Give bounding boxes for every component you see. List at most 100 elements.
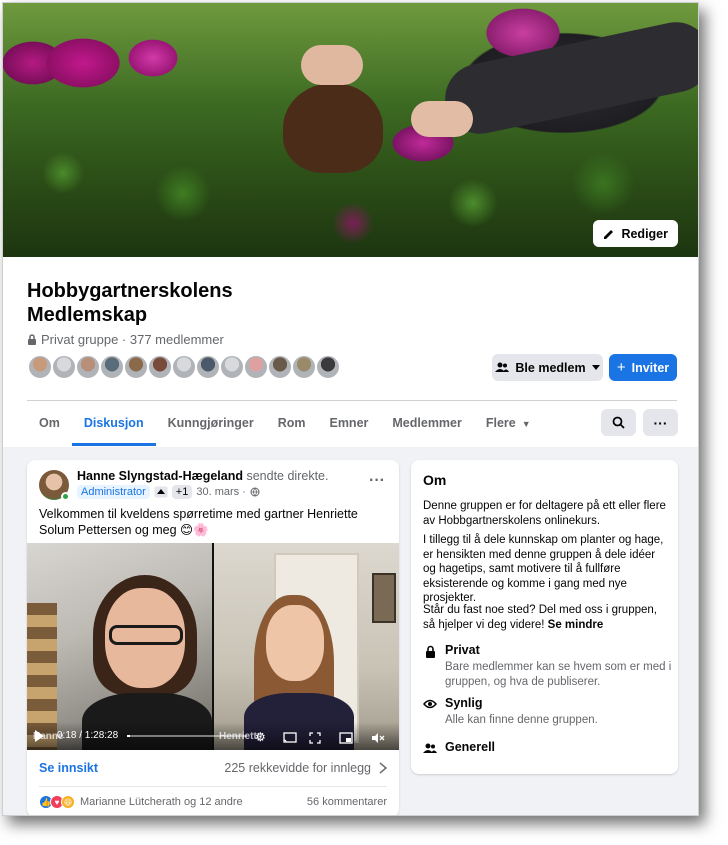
caret-down-icon: ▼ [521,419,531,429]
about-item-general-title: Generell [445,740,496,754]
online-status-icon [61,492,70,501]
about-paragraph-3-text: Står du fast noe sted? Del med oss i gru… [423,604,657,631]
member-avatar[interactable] [243,354,269,380]
group-tabs: Om Diskusjon Kunngjøringer Rom Emner Medlemme… [27,401,543,446]
people-icon [495,362,510,372]
plus-icon: + [616,359,626,376]
more-badges[interactable]: +1 [171,485,193,499]
invite-label: Inviter [631,360,670,375]
tab-label: Flere [485,416,516,430]
about-paragraph-2: I tillegg til å dele kunnskap om planter… [423,534,664,604]
member-avatars[interactable] [27,354,341,380]
lock-icon [423,644,437,658]
about-paragraph-1: Denne gruppen er for deltagere på ett el… [423,500,666,527]
about-title: Om [423,472,447,488]
globe-icon [250,487,260,497]
fullscreen-icon[interactable] [309,732,321,744]
settings-gear-icon[interactable]: ⚙ [255,730,266,744]
admin-badge[interactable]: Administrator [77,485,150,499]
comments-count[interactable]: 56 kommentarer [307,796,387,808]
member-avatar[interactable] [171,354,197,380]
video-controls: Hanne Henriette 0:18 / 1:28:28 ⚙ [27,722,399,750]
joined-label: Ble medlem [515,360,586,375]
post-text: Velkommen til kveldens spørretime med ga… [39,507,358,537]
about-card: Om Denne gruppen er for deltagere på ett… [411,460,678,774]
mute-icon[interactable] [371,732,385,744]
post-author-line: Hanne Slyngstad-Hægeland sendte direkte. [77,469,328,483]
member-avatar[interactable] [123,354,149,380]
member-avatar[interactable] [147,354,173,380]
member-avatar[interactable] [219,354,245,380]
group-header: Hobbygartnerskolens Medlemskap Privat gr… [3,257,698,447]
picture-in-picture-icon[interactable] [339,732,353,744]
lock-icon [28,334,36,345]
about-item-private-desc: Bare medlemmer kan se hvem som er med i … [445,661,672,688]
see-less-link[interactable]: Se mindre [548,619,604,631]
tab-emner[interactable]: Emner [317,401,380,446]
post-date[interactable]: 30. mars · [196,486,246,498]
tab-om[interactable]: Om [27,401,72,446]
see-insights-link[interactable]: Se innsikt [39,761,98,775]
tab-label: Medlemmer [392,416,462,430]
post-author-name[interactable]: Hanne Slyngstad-Hægeland [77,469,243,483]
video-progress-bar[interactable] [127,735,247,737]
post-reach[interactable]: 225 rekkevidde for innlegg [224,761,387,775]
pencil-icon [604,229,614,239]
search-group-button[interactable] [601,409,636,436]
invite-button[interactable]: + Inviter [609,354,677,381]
member-avatar[interactable] [27,354,53,380]
tab-label: Kunngjøringer [167,416,254,430]
edit-cover-label: Rediger [621,226,668,241]
about-item-visible-title: Synlig [445,696,483,710]
edit-cover-button[interactable]: Rediger [593,220,678,247]
reactions-row: 👍 ♥ 😆 Marianne Lütcherath og 12 andre 56… [39,793,387,811]
post-card: Hanne Slyngstad-Hægeland sendte direkte.… [27,460,399,815]
people-icon [423,741,437,755]
member-avatar[interactable] [291,354,317,380]
reactions-summary[interactable]: 👍 ♥ 😆 Marianne Lütcherath og 12 andre [39,795,243,809]
reactions-text: Marianne Lütcherath og 12 andre [80,796,243,808]
member-avatar[interactable] [99,354,125,380]
tab-rom[interactable]: Rom [266,401,318,446]
group-meta-text: Privat gruppe · 377 medlemmer [41,332,224,347]
tab-flere[interactable]: Flere ▼ [474,401,543,446]
joined-button[interactable]: Ble medlem [492,354,603,381]
tab-diskusjon[interactable]: Diskusjon [71,401,156,446]
tab-label: Om [39,416,60,430]
browser-window: Rediger Hobbygartnerskolens Medlemskap P… [2,2,699,816]
video-left-participant [27,543,213,750]
tab-label: Diskusjon [83,416,144,430]
ellipsis-icon: ··· [653,414,668,431]
post-options-button[interactable]: ··· [369,472,385,490]
member-avatar[interactable] [315,354,341,380]
member-avatar[interactable] [75,354,101,380]
post-subline: Administrator +1 30. mars · [77,485,260,499]
tab-kunngjøringer[interactable]: Kunngjøringer [156,401,266,446]
play-icon[interactable] [35,730,44,742]
caret-down-icon [591,364,600,370]
member-avatar[interactable] [195,354,221,380]
post-action: sendte direkte. [243,469,329,483]
about-item-private-title: Privat [445,643,480,657]
video-time: 0:18 / 1:28:28 [57,730,119,741]
chevron-right-icon [379,762,387,774]
video-right-participant [214,543,399,750]
haha-reaction-icon: 😆 [61,795,75,809]
live-video[interactable]: Hanne Henriette 0:18 / 1:28:28 ⚙ [27,543,399,750]
cover-photo: Rediger [3,3,698,257]
insight-row: Se innsikt 225 rekkevidde for innlegg [39,756,387,780]
group-meta: Privat gruppe · 377 medlemmer [27,332,224,347]
about-paragraph-3: Står du fast noe sted? Del med oss i gru… [423,603,671,632]
tab-label: Rom [277,416,306,430]
post-reach-text: 225 rekkevidde for innlegg [224,761,371,775]
member-avatar[interactable] [51,354,77,380]
more-options-button[interactable]: ··· [643,409,678,436]
badge-icon[interactable] [154,486,168,498]
cast-icon[interactable] [283,732,297,744]
tab-label: Emner [329,416,369,430]
member-avatar[interactable] [267,354,293,380]
eye-icon [423,697,437,711]
tab-medlemmer[interactable]: Medlemmer [380,401,473,446]
search-icon [612,416,625,429]
about-item-visible-desc: Alle kan finne denne gruppen. [445,714,598,726]
